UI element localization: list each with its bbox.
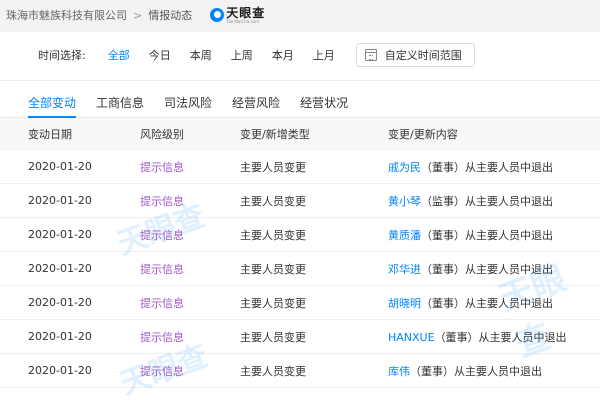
row-content: 库伟（董事）从主要人员中退出	[356, 363, 600, 379]
changes-table: 变动日期 风险级别 变更/新增类型 变更/更新内容 2020-01-20 提示信…	[0, 118, 600, 388]
tab-operating-risk[interactable]: 经营风险	[232, 88, 280, 117]
row-detail: （董事）从主要人员中退出	[421, 160, 553, 174]
tab-judicial-risk[interactable]: 司法风险	[164, 88, 212, 117]
row-risk: 提示信息	[140, 160, 184, 174]
logo-name: 天眼查	[226, 5, 266, 20]
row-content: 胡晓明（董事）从主要人员中退出	[356, 295, 600, 311]
time-option-today[interactable]: 今日	[149, 47, 171, 63]
row-risk: 提示信息	[140, 228, 184, 242]
row-type: 主要人员变更	[240, 262, 306, 276]
header-risk: 风险级别	[140, 127, 184, 141]
category-tabs: 全部变动 工商信息 司法风险 经营风险 经营状况	[0, 88, 600, 118]
logo-eye-icon	[210, 8, 225, 22]
row-content: HANXUE（董事）从主要人员中退出	[356, 329, 600, 345]
row-risk: 提示信息	[140, 330, 184, 344]
row-date: 2020-01-20	[28, 330, 92, 343]
time-option-this-week[interactable]: 本周	[190, 47, 212, 63]
row-content: 黄质潘（董事）从主要人员中退出	[356, 227, 600, 243]
person-link[interactable]: HANXUE	[388, 331, 435, 344]
row-content: 黄小琴（监事）从主要人员中退出	[356, 193, 600, 209]
breadcrumb: 珠海市魅族科技有限公司 > 情报动态 天眼查 TianYanCha.com	[0, 0, 600, 30]
time-option-last-week[interactable]: 上周	[231, 47, 253, 63]
row-date: 2020-01-20	[28, 364, 92, 377]
tab-all-changes[interactable]: 全部变动	[28, 88, 77, 118]
time-filter-label: 时间选择:	[38, 49, 86, 62]
person-link[interactable]: 黄质潘	[388, 229, 421, 242]
breadcrumb-current: 情报动态	[148, 9, 193, 22]
time-option-all[interactable]: 全部	[108, 47, 130, 63]
table-row: 2020-01-20 提示信息 主要人员变更 HANXUE（董事）从主要人员中退…	[0, 320, 600, 354]
row-type: 主要人员变更	[240, 330, 306, 344]
person-link[interactable]: 胡晓明	[388, 297, 421, 310]
row-detail: （董事）从主要人员中退出	[421, 228, 553, 242]
table-row: 2020-01-20 提示信息 主要人员变更 库伟（董事）从主要人员中退出	[0, 354, 600, 388]
row-detail: （董事）从主要人员中退出	[421, 296, 553, 310]
table-row: 2020-01-20 提示信息 主要人员变更 黄小琴（监事）从主要人员中退出	[0, 184, 600, 218]
table-row: 2020-01-20 提示信息 主要人员变更 邓华进（董事）从主要人员中退出	[0, 252, 600, 286]
person-link[interactable]: 库伟	[388, 365, 410, 378]
time-filter: 时间选择: 全部 今日 本周 上周 本月 上月 自定义时间范围	[0, 32, 600, 78]
table-row: 2020-01-20 提示信息 主要人员变更 黄质潘（董事）从主要人员中退出	[0, 218, 600, 252]
row-type: 主要人员变更	[240, 296, 306, 310]
time-option-last-month[interactable]: 上月	[313, 47, 335, 63]
custom-range-button[interactable]: 自定义时间范围	[355, 43, 475, 67]
tianyancha-logo[interactable]: 天眼查 TianYanCha.com	[210, 7, 265, 24]
breadcrumb-separator: >	[133, 8, 143, 22]
calendar-icon	[364, 49, 377, 61]
table-row: 2020-01-20 提示信息 主要人员变更 戚为民（董事）从主要人员中退出	[0, 150, 600, 184]
intel-card: 时间选择: 全部 今日 本周 上周 本月 上月 自定义时间范围 全部变动 工商信…	[0, 32, 600, 400]
table-header: 变动日期 风险级别 变更/新增类型 变更/更新内容	[0, 118, 600, 150]
header-date: 变动日期	[28, 127, 72, 141]
row-risk: 提示信息	[140, 194, 184, 208]
person-link[interactable]: 戚为民	[388, 161, 421, 174]
row-risk: 提示信息	[140, 296, 184, 310]
custom-range-label: 自定义时间范围	[384, 49, 462, 62]
row-detail: （董事）从主要人员中退出	[410, 364, 542, 378]
row-risk: 提示信息	[140, 364, 184, 378]
person-link[interactable]: 邓华进	[388, 263, 421, 276]
tab-operating-status[interactable]: 经营状况	[300, 88, 348, 117]
row-detail: （董事）从主要人员中退出	[434, 330, 567, 344]
row-content: 戚为民（董事）从主要人员中退出	[356, 159, 600, 175]
logo-url: TianYanCha.com	[226, 18, 260, 24]
row-type: 主要人员变更	[240, 194, 306, 208]
row-type: 主要人员变更	[240, 160, 306, 174]
header-content: 变更/更新内容	[388, 127, 458, 141]
row-date: 2020-01-20	[28, 262, 92, 275]
person-link[interactable]: 黄小琴	[388, 195, 421, 208]
row-type: 主要人员变更	[240, 364, 306, 378]
row-detail: （董事）从主要人员中退出	[421, 262, 553, 276]
row-type: 主要人员变更	[240, 228, 306, 242]
row-risk: 提示信息	[140, 262, 184, 276]
row-date: 2020-01-20	[28, 296, 92, 309]
row-date: 2020-01-20	[28, 228, 92, 241]
row-date: 2020-01-20	[28, 160, 92, 173]
tab-business-info[interactable]: 工商信息	[96, 88, 144, 117]
header-type: 变更/新增类型	[240, 127, 310, 141]
divider	[0, 80, 600, 81]
row-detail: （监事）从主要人员中退出	[421, 194, 553, 208]
time-option-this-month[interactable]: 本月	[272, 47, 294, 63]
row-content: 邓华进（董事）从主要人员中退出	[356, 261, 600, 277]
breadcrumb-company-link[interactable]: 珠海市魅族科技有限公司	[6, 7, 127, 23]
table-row: 2020-01-20 提示信息 主要人员变更 胡晓明（董事）从主要人员中退出	[0, 286, 600, 320]
row-date: 2020-01-20	[28, 194, 92, 207]
